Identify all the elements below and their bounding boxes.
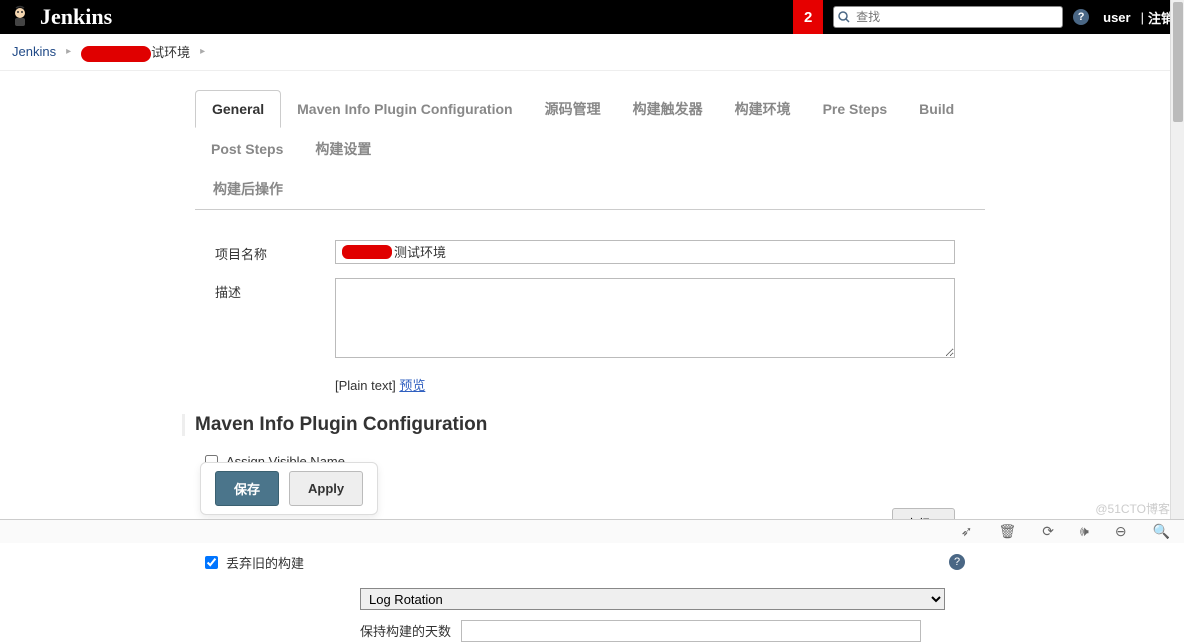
description-format-row: [Plain text] 预览 xyxy=(335,375,985,394)
description-textarea[interactable] xyxy=(335,278,955,358)
zoom-out-icon[interactable]: ⊖ xyxy=(1115,523,1127,540)
main-content: General Maven Info Plugin Configuration … xyxy=(195,89,985,642)
keep-days-input[interactable] xyxy=(461,620,921,642)
redacted-icon xyxy=(81,46,151,62)
brand-text: Jenkins xyxy=(40,4,112,30)
rocket-icon[interactable]: ➶ xyxy=(961,523,973,540)
tabs: General Maven Info Plugin Configuration … xyxy=(195,89,985,209)
user-link[interactable]: user xyxy=(1103,10,1130,25)
preview-link[interactable]: 预览 xyxy=(399,378,425,393)
jenkins-logo-icon xyxy=(8,5,32,29)
project-name-input[interactable]: 测试环境 xyxy=(335,240,955,264)
watermark: @51CTO博客 xyxy=(1095,500,1170,517)
keep-days-label: 保持构建的天数 xyxy=(360,621,451,640)
project-name-label: 项目名称 xyxy=(215,240,335,264)
separator: | xyxy=(1141,10,1144,25)
tab-build-settings[interactable]: 构建设置 xyxy=(299,129,387,169)
redacted-icon xyxy=(342,245,392,259)
tab-pre-steps[interactable]: Pre Steps xyxy=(807,91,904,127)
logo-wrap[interactable]: Jenkins xyxy=(8,4,112,30)
notification-badge[interactable]: 2 xyxy=(793,0,823,34)
tab-build[interactable]: Build xyxy=(903,91,970,127)
help-icon[interactable]: ? xyxy=(1073,9,1089,25)
breadcrumb-root[interactable]: Jenkins xyxy=(12,44,56,59)
trash-icon[interactable]: 🗑 xyxy=(998,523,1016,540)
tab-scm[interactable]: 源码管理 xyxy=(529,89,617,129)
refresh-icon[interactable]: ⟳ xyxy=(1042,523,1054,540)
apply-button[interactable]: Apply xyxy=(289,471,363,506)
tab-maven-info[interactable]: Maven Info Plugin Configuration xyxy=(281,91,528,127)
vertical-scrollbar[interactable] xyxy=(1170,0,1184,519)
breadcrumb: Jenkins ▸ 试环境 ▸ xyxy=(0,34,1184,71)
strategy-select[interactable]: Log Rotation xyxy=(360,588,945,610)
general-panel: 项目名称 测试环境 描述 [Plain text] 预览 Maven Info … xyxy=(195,209,985,642)
chevron-right-icon: ▸ xyxy=(200,46,205,57)
help-icon[interactable]: ? xyxy=(949,554,965,570)
tab-general[interactable]: General xyxy=(195,90,281,128)
tab-build-env[interactable]: 构建环境 xyxy=(719,89,807,129)
search-input[interactable] xyxy=(833,6,1063,28)
tab-post-build[interactable]: 构建后操作 xyxy=(197,169,985,209)
breadcrumb-item[interactable]: 试环境 xyxy=(81,42,190,62)
floating-action-buttons: 保存 Apply xyxy=(200,462,378,515)
search-icon xyxy=(838,11,850,23)
volume-icon[interactable]: 🕪 xyxy=(1080,523,1089,540)
zoom-icon[interactable]: 🔍 xyxy=(1153,523,1170,540)
os-taskbar: ➶ 🗑 ⟳ 🕪 ⊖ 🔍 xyxy=(0,519,1184,543)
chevron-right-icon: ▸ xyxy=(66,46,71,57)
discard-old-builds-checkbox[interactable] xyxy=(205,556,218,569)
search-wrap xyxy=(833,6,1063,28)
tab-post-steps[interactable]: Post Steps xyxy=(195,131,299,167)
section-title-maven-info: Maven Info Plugin Configuration xyxy=(182,414,985,436)
description-label: 描述 xyxy=(215,278,335,361)
discard-old-builds-label: 丢弃旧的构建 xyxy=(226,553,304,572)
tab-triggers[interactable]: 构建触发器 xyxy=(617,89,719,129)
save-button[interactable]: 保存 xyxy=(215,471,279,506)
top-bar: Jenkins 2 ? user | 注销 xyxy=(0,0,1184,34)
